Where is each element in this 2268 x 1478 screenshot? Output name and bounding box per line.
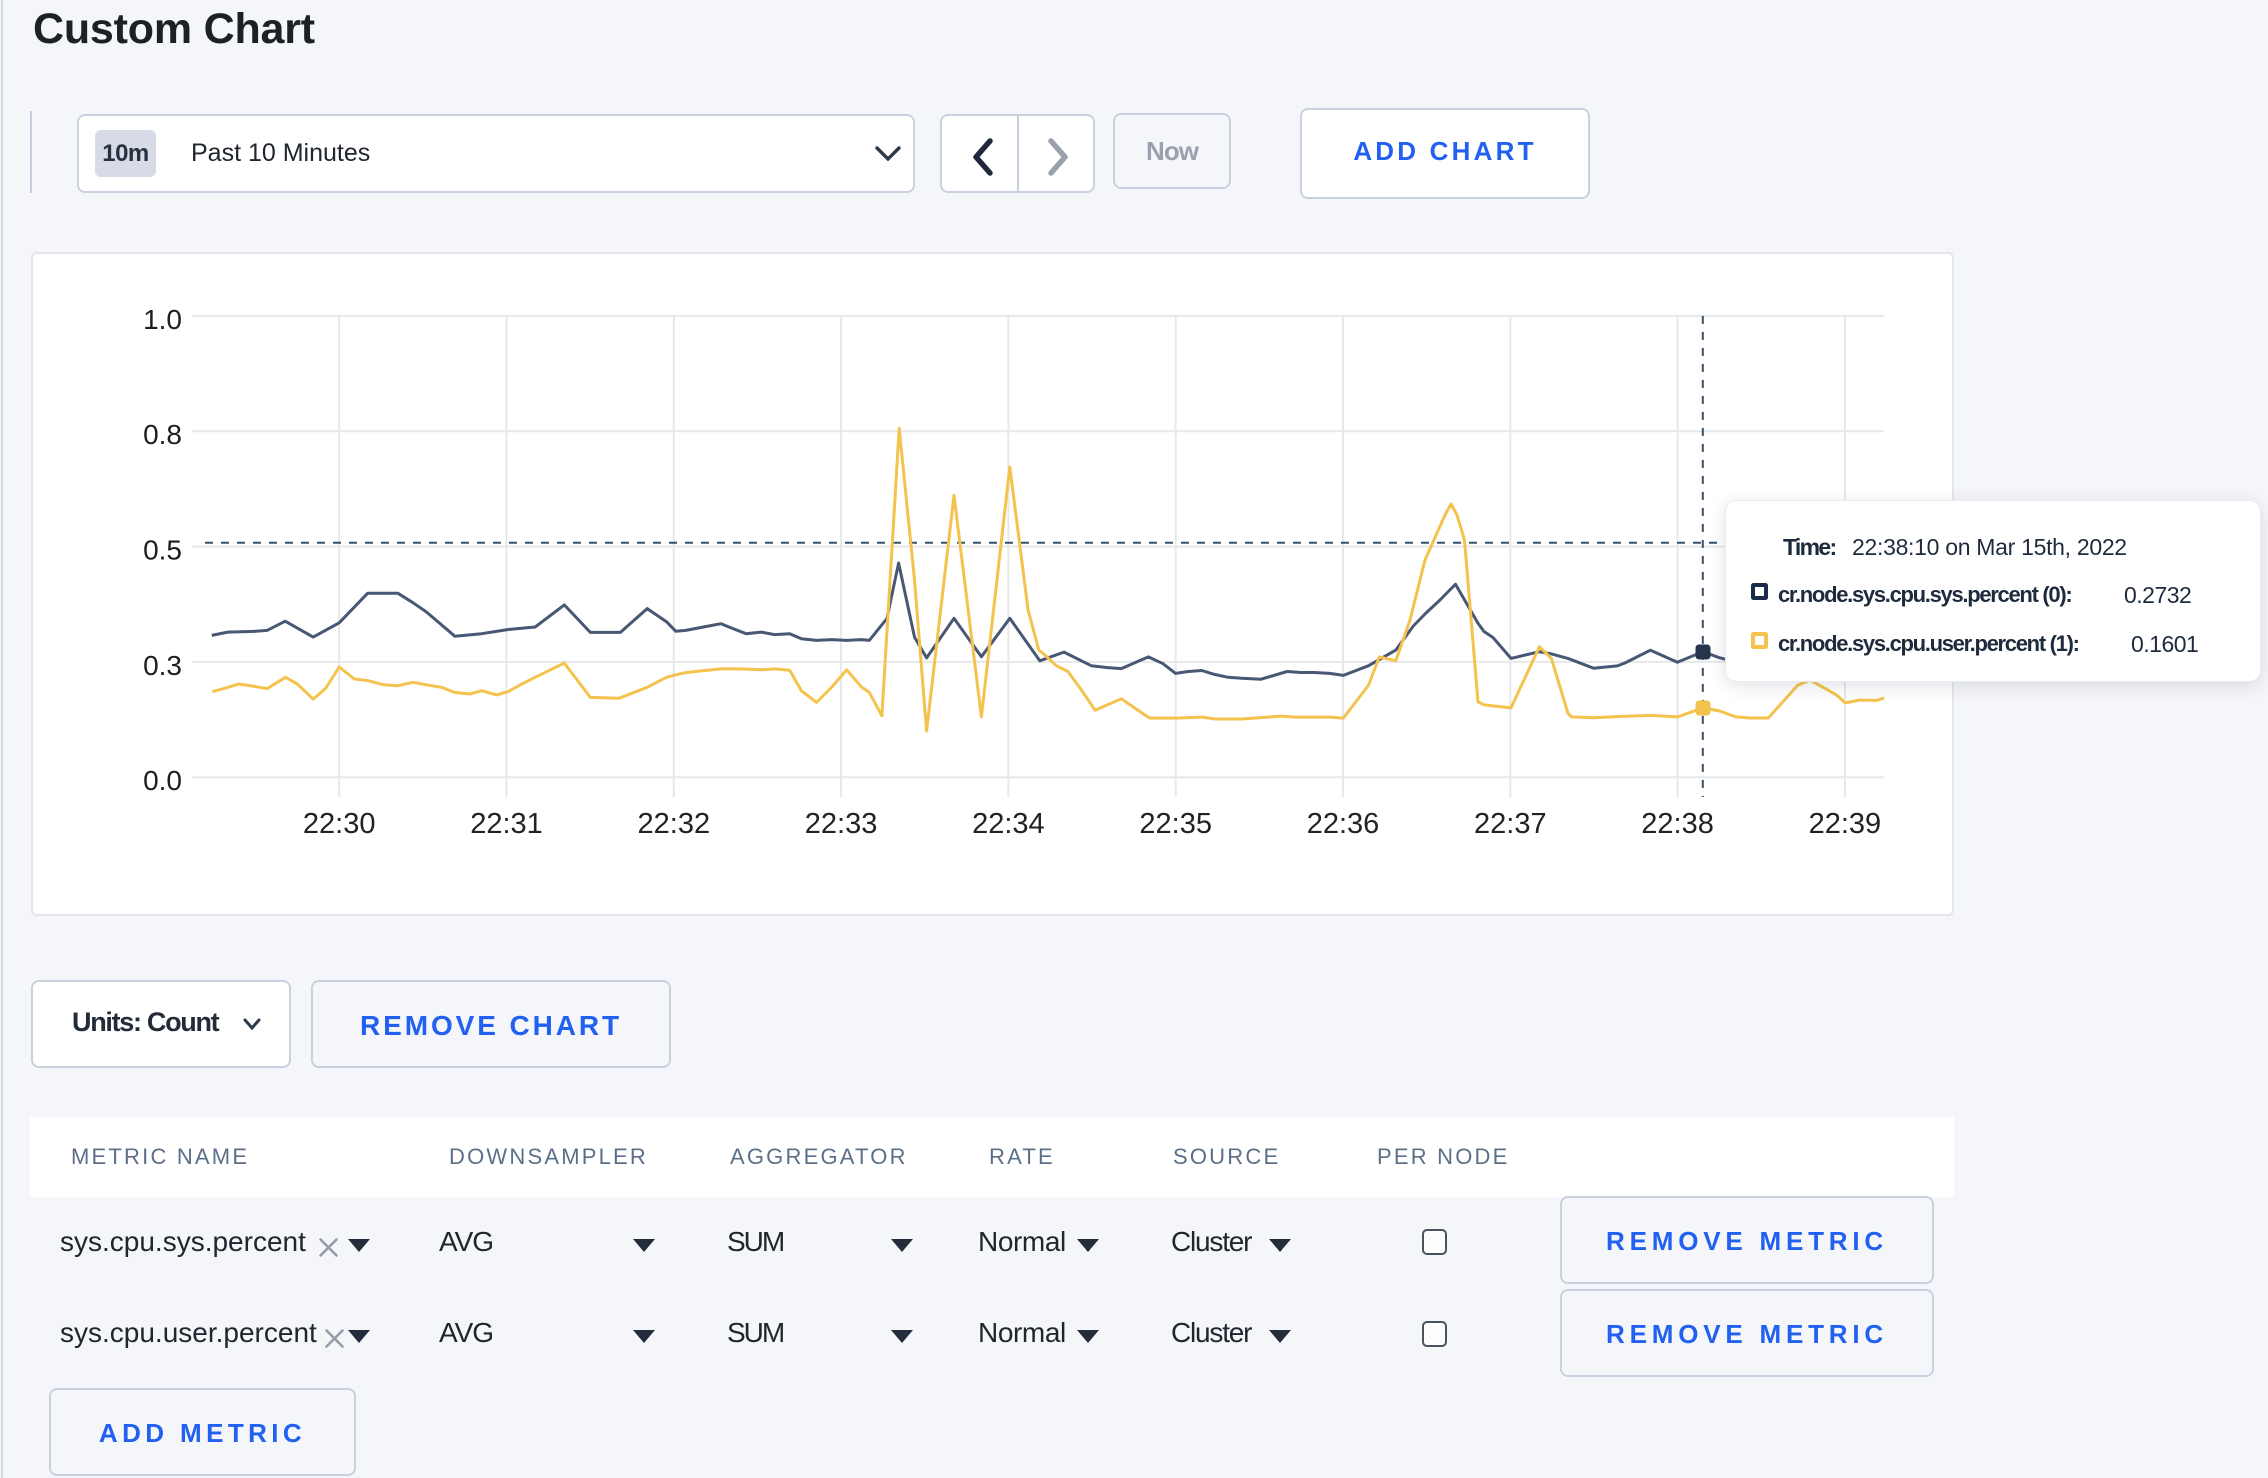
svg-text:22:36: 22:36 (1307, 808, 1380, 840)
svg-text:22:35: 22:35 (1139, 808, 1212, 840)
svg-text:22:38: 22:38 (1641, 808, 1714, 840)
svg-text:0.5: 0.5 (143, 535, 182, 566)
svg-text:0.8: 0.8 (143, 419, 182, 450)
svg-text:22:30: 22:30 (303, 808, 376, 840)
svg-text:22:37: 22:37 (1474, 808, 1547, 840)
svg-text:22:31: 22:31 (470, 808, 543, 840)
svg-text:22:39: 22:39 (1809, 808, 1882, 840)
svg-text:22:32: 22:32 (638, 808, 711, 840)
svg-text:0.0: 0.0 (143, 765, 182, 796)
svg-text:1.0: 1.0 (143, 304, 182, 335)
svg-text:22:34: 22:34 (972, 808, 1045, 840)
svg-text:0.3: 0.3 (143, 650, 182, 681)
svg-text:22:33: 22:33 (805, 808, 878, 840)
